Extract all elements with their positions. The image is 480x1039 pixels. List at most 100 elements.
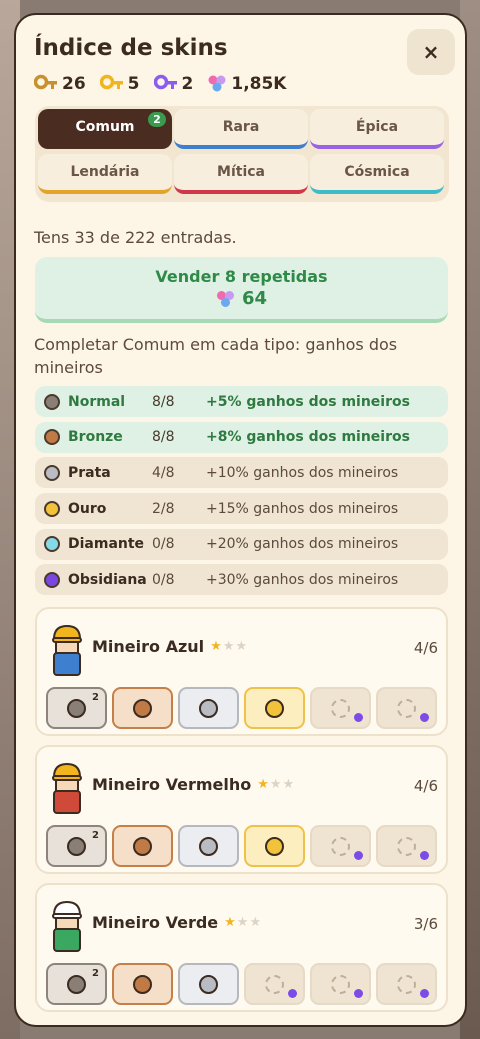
skin-dot-icon <box>199 974 218 994</box>
skin-slots: 2 <box>46 963 442 1005</box>
star-icon: ★ <box>210 639 223 654</box>
star-icon: ★ <box>236 915 250 930</box>
star-icon: ★ <box>224 915 237 930</box>
purple-dot-icon <box>420 989 429 998</box>
skin-slot-bronze[interactable] <box>112 963 173 1005</box>
skins-index-panel: Índice de skins × 26 5 2 1,85K Comum 2 Rara Ép… <box>14 13 467 1027</box>
currency-value: 5 <box>127 74 140 94</box>
skin-slot-locked[interactable] <box>310 687 371 729</box>
tier-count: 0/8 <box>152 571 175 588</box>
skin-slot-prata[interactable] <box>178 963 239 1005</box>
star-icon: ★ <box>249 915 263 930</box>
purple-dot-icon <box>288 989 297 998</box>
miner-name: Mineiro Verde <box>92 913 219 932</box>
skin-slot-locked[interactable] <box>310 963 371 1005</box>
tier-row: Bronze 8/8 +8% ganhos dos mineiros <box>35 421 448 453</box>
tier-row: Diamante 0/8 +20% ganhos dos mineiros <box>35 528 448 560</box>
miner-name-row: Mineiro Vermelho ★★★ <box>92 775 295 794</box>
tier-count: 2/8 <box>152 500 175 517</box>
miner-card[interactable]: Mineiro Verde ★★★ 3/6 2 <box>35 883 448 1012</box>
miner-name: Mineiro Azul <box>92 637 205 656</box>
currency-item: 1,85K <box>207 74 286 94</box>
tier-row: Prata 4/8 +10% ganhos dos mineiros <box>35 457 448 489</box>
tier-dot-icon <box>44 464 60 481</box>
tier-row: Obsidiana 0/8 +30% ganhos dos mineiros <box>35 564 448 596</box>
tier-bonus: +15% ganhos dos mineiros <box>206 500 399 517</box>
currency-value: 2 <box>181 74 194 94</box>
duplicate-count: 2 <box>92 830 99 841</box>
tier-row: Normal 8/8 +5% ganhos dos mineiros <box>35 386 448 417</box>
completion-description: Completar Comum em cada tipo: ganhos dos… <box>34 335 398 377</box>
skin-dot-icon <box>265 698 284 718</box>
duplicate-count: 2 <box>92 968 99 979</box>
currency-item: 26 <box>34 74 86 94</box>
close-button[interactable]: × <box>407 29 455 75</box>
tab-label: Mítica <box>217 164 265 180</box>
tier-count: 8/8 <box>152 393 175 410</box>
tab-cósmica[interactable]: Cósmica <box>310 154 444 194</box>
skin-dot-icon <box>67 974 86 994</box>
tier-bonus: +20% ganhos dos mineiros <box>206 536 399 553</box>
skin-slot-locked[interactable] <box>244 963 305 1005</box>
tab-lendária[interactable]: Lendária <box>38 154 172 194</box>
bronze-key-icon <box>34 74 57 90</box>
empty-slot-icon <box>397 974 416 994</box>
rating-stars: ★★★ <box>224 915 262 930</box>
skin-slot-normal[interactable]: 2 <box>46 687 107 729</box>
skin-dot-icon <box>199 698 218 718</box>
purple-dot-icon <box>354 989 363 998</box>
skin-slot-prata[interactable] <box>178 825 239 867</box>
tab-rara[interactable]: Rara <box>174 109 308 149</box>
tab-mítica[interactable]: Mítica <box>174 154 308 194</box>
miner-progress: 4/6 <box>413 639 438 657</box>
miner-card[interactable]: Mineiro Azul ★★★ 4/6 2 <box>35 607 448 736</box>
tab-label: Comum <box>75 119 135 135</box>
skin-slot-ouro[interactable] <box>244 825 305 867</box>
skin-dot-icon <box>133 974 152 994</box>
tier-name: Obsidiana <box>68 571 147 588</box>
currency-value: 1,85K <box>231 74 287 94</box>
miner-card[interactable]: Mineiro Vermelho ★★★ 4/6 2 <box>35 745 448 874</box>
tab-comum[interactable]: Comum 2 <box>38 109 172 149</box>
miner-progress: 3/6 <box>413 915 438 933</box>
empty-slot-icon <box>397 698 416 718</box>
panel-title: Índice de skins <box>34 35 228 61</box>
miner-avatar-icon <box>52 762 82 814</box>
skin-slot-bronze[interactable] <box>112 825 173 867</box>
skin-slot-bronze[interactable] <box>112 687 173 729</box>
tier-name: Prata <box>68 464 111 481</box>
skin-slot-locked[interactable] <box>376 687 437 729</box>
tab-label: Rara <box>222 119 260 135</box>
tier-bonus: +5% ganhos dos mineiros <box>206 393 410 410</box>
star-icon: ★ <box>269 777 283 792</box>
tier-dot-icon <box>44 429 60 446</box>
tier-name: Ouro <box>68 500 107 517</box>
skin-slot-normal[interactable]: 2 <box>46 963 107 1005</box>
empty-slot-icon <box>397 836 416 856</box>
purple-dot-icon <box>354 851 363 860</box>
skin-slot-prata[interactable] <box>178 687 239 729</box>
star-icon: ★ <box>257 777 270 792</box>
purple-dot-icon <box>354 713 363 722</box>
empty-slot-icon <box>331 698 350 718</box>
skin-slot-ouro[interactable] <box>244 687 305 729</box>
skin-slot-locked[interactable] <box>376 963 437 1005</box>
empty-slot-icon <box>265 974 284 994</box>
skin-dot-icon <box>133 698 152 718</box>
tab-épica[interactable]: Épica <box>310 109 444 149</box>
skin-dot-icon <box>199 836 218 856</box>
entries-count: Tens 33 de 222 entradas. <box>34 228 237 247</box>
currency-item: 2 <box>153 74 194 94</box>
tab-label: Lendária <box>70 164 140 180</box>
skin-slot-locked[interactable] <box>310 825 371 867</box>
miner-avatar-icon <box>52 624 82 676</box>
purple-dot-icon <box>420 713 429 722</box>
skin-dot-icon <box>265 836 284 856</box>
tier-count: 0/8 <box>152 536 175 553</box>
skin-slot-normal[interactable]: 2 <box>46 825 107 867</box>
star-icon: ★ <box>235 639 249 654</box>
rarity-tabs: Comum 2 Rara Épica Lendária Mítica Cósmica <box>35 106 449 202</box>
sell-duplicates-button[interactable]: Vender 8 repetidas 64 <box>35 257 448 323</box>
skin-slot-locked[interactable] <box>376 825 437 867</box>
purple-dot-icon <box>420 851 429 860</box>
